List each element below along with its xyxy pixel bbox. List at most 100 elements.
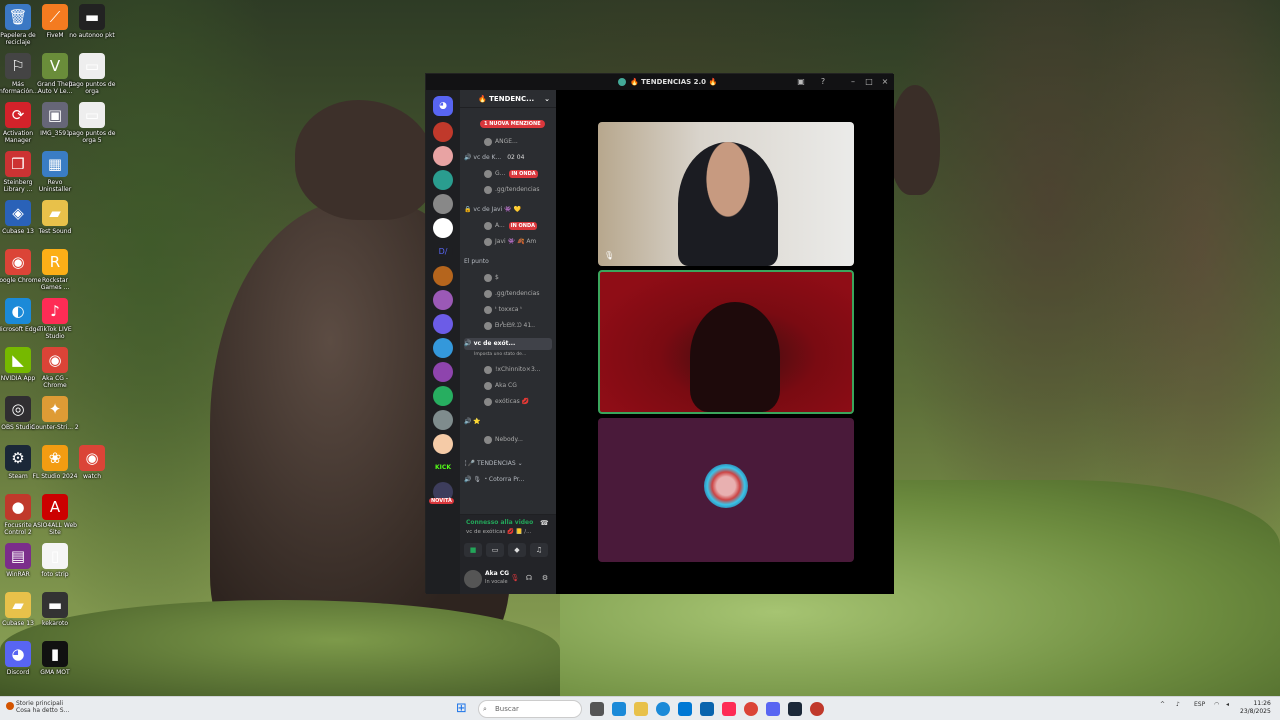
desktop-icon[interactable]: ▰ Test Sound <box>31 200 79 235</box>
desktop-icon[interactable]: ▯ foto strip <box>31 543 79 578</box>
channel-label: El punto <box>464 258 489 265</box>
channel-label: vc de exót... <box>473 340 516 347</box>
desktop-icon[interactable]: A ASIO4ALL Web Site <box>31 494 79 536</box>
avatar[interactable] <box>464 570 482 588</box>
voice-participant[interactable]: Aka CG <box>484 380 554 392</box>
app-icon[interactable] <box>810 702 824 716</box>
soundboard-button[interactable]: ♫ <box>530 543 548 557</box>
voice-participant[interactable]: !xChinnito×3... <box>484 364 554 376</box>
server-icon[interactable] <box>433 146 453 166</box>
server-icon[interactable] <box>433 194 453 214</box>
wifi-icon[interactable]: ◠ <box>1214 701 1219 708</box>
video-tile[interactable]: 🎙 <box>598 122 854 266</box>
novita-badge[interactable]: NOVITÀ <box>429 498 454 504</box>
server-icon[interactable] <box>433 290 453 310</box>
discord-home-icon[interactable]: ◕ <box>433 96 453 116</box>
server-icon[interactable] <box>433 122 453 142</box>
voice-participant[interactable]: A... IN ONDA <box>484 220 554 232</box>
maximize-button[interactable]: □ <box>862 74 876 90</box>
desktop-icon[interactable]: ▮ GMA MOT <box>31 641 79 676</box>
headphones-icon[interactable]: ☊ <box>524 573 534 583</box>
gear-icon[interactable]: ⚙ <box>540 573 550 583</box>
voice-channel[interactable]: 🔊 🎙 ・Cotorra Pr... <box>464 474 552 486</box>
steam-icon[interactable] <box>788 702 802 716</box>
voice-participant[interactable]: .gg/tendencias <box>484 288 554 300</box>
voice-participant[interactable]: $ <box>484 272 554 284</box>
channel-status[interactable]: Imposta uno stato de... <box>474 349 544 361</box>
disconnect-icon[interactable]: ☎ <box>540 519 549 527</box>
server-icon[interactable] <box>433 338 453 358</box>
desktop-icon[interactable]: ▬ no autonoo pkt <box>68 4 116 39</box>
task-view-icon[interactable] <box>590 702 604 716</box>
avatar <box>484 221 492 230</box>
inbox-icon[interactable]: ▣ <box>794 74 808 90</box>
voice-participant[interactable]: Nebody... <box>484 434 554 446</box>
mute-icon[interactable]: 🎙 <box>510 573 520 583</box>
help-icon[interactable]: ? <box>816 74 830 90</box>
channel-category[interactable]: ╎🎤 TENDENCIAS ⌄ <box>464 458 552 470</box>
desktop-icon[interactable]: ▬ kekaroto <box>31 592 79 627</box>
server-icon[interactable] <box>433 386 453 406</box>
title-bar[interactable]: 🔥 TENDENCIAS 2.0 🔥 ▣ ? – □ × <box>426 74 894 90</box>
voice-channel-name[interactable]: vc de exóticas 💋 📒 /... <box>466 529 531 535</box>
close-button[interactable]: × <box>878 74 892 90</box>
desktop-icon[interactable]: ▭ pago puntos de orga 5 <box>68 102 116 144</box>
new-mention-badge[interactable]: 1 NUOVA MENZIONE <box>480 120 545 128</box>
channel-category[interactable]: El punto <box>464 256 552 268</box>
avatar-tile[interactable] <box>598 418 854 562</box>
server-icon[interactable] <box>433 410 453 430</box>
server-icon[interactable] <box>433 218 453 238</box>
voice-channel[interactable]: 🔊 ⭐ <box>464 416 552 428</box>
language-indicator[interactable]: ESP <box>1194 701 1205 708</box>
voice-channel[interactable]: 🔊 vc de K... 02 04 <box>464 152 552 164</box>
desktop-icon[interactable]: ▭ pago puntos de orga <box>68 53 116 95</box>
tiktok-icon[interactable] <box>722 702 736 716</box>
chrome-icon[interactable] <box>744 702 758 716</box>
camera-button[interactable]: ■ <box>464 543 482 557</box>
screen-share-button[interactable]: ▭ <box>486 543 504 557</box>
minimize-button[interactable]: – <box>846 74 860 90</box>
voice-participant[interactable]: Javi 👾 🍂 Am <box>484 236 554 248</box>
voice-participant[interactable]: ᗷᓰᖶᙓᖇ.ᙃ 41.. <box>484 320 554 332</box>
voice-participant[interactable]: ᵗ toxxca ᵗ <box>484 304 554 316</box>
server-icon[interactable] <box>433 266 453 286</box>
mic-icon[interactable]: ♪ <box>1176 701 1180 708</box>
windows-start-icon[interactable]: ⊞ <box>456 702 470 716</box>
store-icon[interactable] <box>678 702 692 716</box>
voice-participant[interactable]: G... IN ONDA <box>484 168 554 180</box>
voice-participant[interactable]: .gg/tendencias <box>484 184 554 196</box>
date: 23/8/2025 <box>1240 708 1271 715</box>
voice-channel[interactable]: 🔒 vc de Javi 👾 💛 <box>464 204 552 216</box>
search-box[interactable]: ⌕ Buscar <box>478 700 582 718</box>
clock[interactable]: 11:26 23/8/2025 <box>1240 700 1271 716</box>
desktop-icon[interactable]: ◉ watch <box>68 445 116 480</box>
activities-button[interactable]: ◆ <box>508 543 526 557</box>
desktop-icon-label: Revo Uninstaller <box>38 179 72 193</box>
edge-icon[interactable] <box>656 702 670 716</box>
desktop-icon[interactable]: ✦ Counter-Stri... 2 <box>31 396 79 431</box>
news-widget[interactable]: Storie principali Cosa ha detto S... <box>16 700 69 714</box>
chevron-up-icon[interactable]: ^ <box>1160 701 1165 708</box>
guild-header[interactable]: 🔥 TENDENC... ⌄ <box>460 90 556 108</box>
voice-participant[interactable]: exóticas 💋 <box>484 396 554 408</box>
desktop-icon[interactable]: ♪ TikTok LIVE Studio <box>31 298 79 340</box>
app-icon: ▣ <box>42 102 68 128</box>
copilot-icon[interactable] <box>612 702 626 716</box>
desktop-icon[interactable]: R Rockstar Games ... <box>31 249 79 291</box>
file-explorer-icon[interactable] <box>634 702 648 716</box>
server-icon[interactable] <box>433 314 453 334</box>
app-icon: ⟋ <box>42 4 68 30</box>
kick-server-icon[interactable]: KICK <box>433 458 453 478</box>
discord-window[interactable]: 🔥 TENDENCIAS 2.0 🔥 ▣ ? – □ × ◕ D/ KICK N… <box>425 73 894 594</box>
server-icon[interactable]: D/ <box>433 242 453 262</box>
volume-icon[interactable]: ◂ <box>1226 701 1229 708</box>
outlook-icon[interactable] <box>700 702 714 716</box>
voice-participant[interactable]: ANGE... <box>484 136 554 148</box>
server-icon[interactable] <box>433 362 453 382</box>
desktop-icon[interactable]: ▦ Revo Uninstaller <box>31 151 79 193</box>
server-icon[interactable] <box>433 170 453 190</box>
server-icon[interactable] <box>433 434 453 454</box>
discord-icon[interactable] <box>766 702 780 716</box>
video-tile-speaking[interactable] <box>598 270 854 414</box>
desktop-icon[interactable]: ◉ Aka CG - Chrome <box>31 347 79 389</box>
